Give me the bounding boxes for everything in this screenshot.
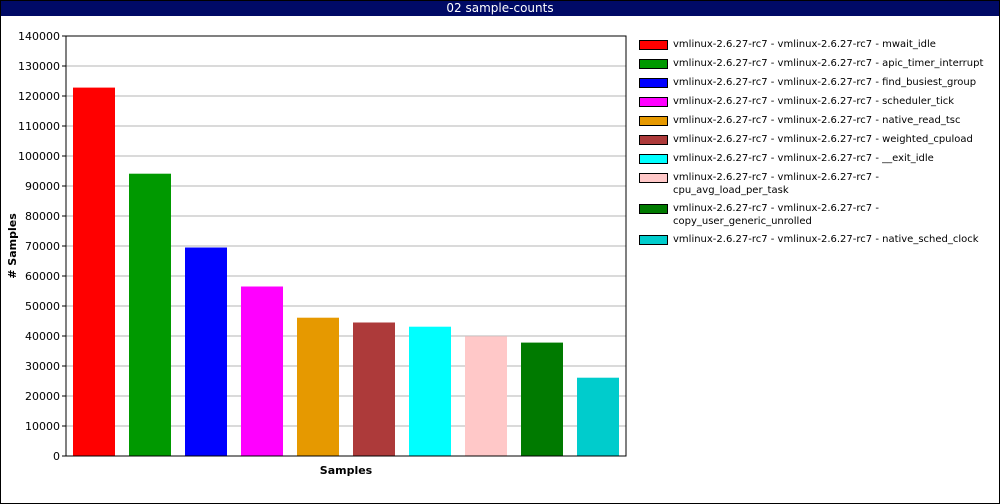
- legend-item: vmlinux-2.6.27-rc7 - vmlinux-2.6.27-rc7 …: [639, 171, 995, 197]
- legend-swatch: [639, 135, 668, 145]
- legend-swatch: [639, 59, 668, 69]
- y-tick-label: 70000: [25, 240, 60, 253]
- legend-item: vmlinux-2.6.27-rc7 - vmlinux-2.6.27-rc7 …: [639, 152, 995, 166]
- legend-swatch: [639, 97, 668, 107]
- legend-swatch: [639, 78, 668, 88]
- y-tick-label: 140000: [18, 30, 60, 43]
- legend-label: vmlinux-2.6.27-rc7 - vmlinux-2.6.27-rc7 …: [673, 115, 961, 126]
- legend-label: vmlinux-2.6.27-rc7 - vmlinux-2.6.27-rc7 …: [673, 58, 984, 69]
- bar: [465, 336, 507, 456]
- legend-swatch: [639, 204, 668, 214]
- y-tick-label: 80000: [25, 210, 60, 223]
- bar: [73, 87, 115, 456]
- y-tick-label: 20000: [25, 390, 60, 403]
- bar: [409, 326, 451, 456]
- legend-item: vmlinux-2.6.27-rc7 - vmlinux-2.6.27-rc7 …: [639, 202, 995, 228]
- y-tick-label: 0: [53, 450, 60, 463]
- chart-window: 02 sample-counts 0 10000 20000 30000 40000 50…: [0, 0, 1000, 504]
- legend-swatch: [639, 40, 668, 50]
- bar: [241, 286, 283, 456]
- y-tick-label: 130000: [18, 60, 60, 73]
- bar: [185, 247, 227, 456]
- bar: [129, 173, 171, 456]
- legend-label: vmlinux-2.6.27-rc7 - vmlinux-2.6.27-rc7 …: [673, 39, 936, 50]
- legend-label: vmlinux-2.6.27-rc7 - vmlinux-2.6.27-rc7 …: [673, 77, 977, 88]
- legend-swatch: [639, 235, 668, 245]
- legend-label: vmlinux-2.6.27-rc7 - vmlinux-2.6.27-rc7 …: [673, 172, 879, 196]
- y-tick-label: 30000: [25, 360, 60, 373]
- y-tick-label: 60000: [25, 270, 60, 283]
- legend-item: vmlinux-2.6.27-rc7 - vmlinux-2.6.27-rc7 …: [639, 233, 995, 247]
- legend-label: vmlinux-2.6.27-rc7 - vmlinux-2.6.27-rc7 …: [673, 153, 934, 164]
- legend-item: vmlinux-2.6.27-rc7 - vmlinux-2.6.27-rc7 …: [639, 38, 995, 52]
- legend-label: vmlinux-2.6.27-rc7 - vmlinux-2.6.27-rc7 …: [673, 96, 955, 107]
- legend: vmlinux-2.6.27-rc7 - vmlinux-2.6.27-rc7 …: [639, 38, 995, 252]
- legend-item: vmlinux-2.6.27-rc7 - vmlinux-2.6.27-rc7 …: [639, 95, 995, 109]
- y-tick-label: 40000: [25, 330, 60, 343]
- legend-label: vmlinux-2.6.27-rc7 - vmlinux-2.6.27-rc7 …: [673, 134, 973, 145]
- x-axis-label: Samples: [320, 464, 373, 477]
- legend-swatch: [639, 173, 668, 183]
- legend-swatch: [639, 116, 668, 126]
- bar: [297, 317, 339, 456]
- y-tick-label: 90000: [25, 180, 60, 193]
- bar: [577, 377, 619, 456]
- legend-item: vmlinux-2.6.27-rc7 - vmlinux-2.6.27-rc7 …: [639, 114, 995, 128]
- legend-item: vmlinux-2.6.27-rc7 - vmlinux-2.6.27-rc7 …: [639, 76, 995, 90]
- bar: [521, 342, 563, 456]
- legend-label: vmlinux-2.6.27-rc7 - vmlinux-2.6.27-rc7 …: [673, 234, 979, 245]
- legend-item: vmlinux-2.6.27-rc7 - vmlinux-2.6.27-rc7 …: [639, 57, 995, 71]
- y-axis-label: # Samples: [6, 213, 19, 279]
- legend-swatch: [639, 154, 668, 164]
- legend-item: vmlinux-2.6.27-rc7 - vmlinux-2.6.27-rc7 …: [639, 133, 995, 147]
- legend-label: vmlinux-2.6.27-rc7 - vmlinux-2.6.27-rc7 …: [673, 203, 879, 227]
- y-tick-label: 120000: [18, 90, 60, 103]
- y-tick-label: 110000: [18, 120, 60, 133]
- y-tick-label: 10000: [25, 420, 60, 433]
- y-tick-label: 100000: [18, 150, 60, 163]
- bar: [353, 322, 395, 456]
- y-tick-label: 50000: [25, 300, 60, 313]
